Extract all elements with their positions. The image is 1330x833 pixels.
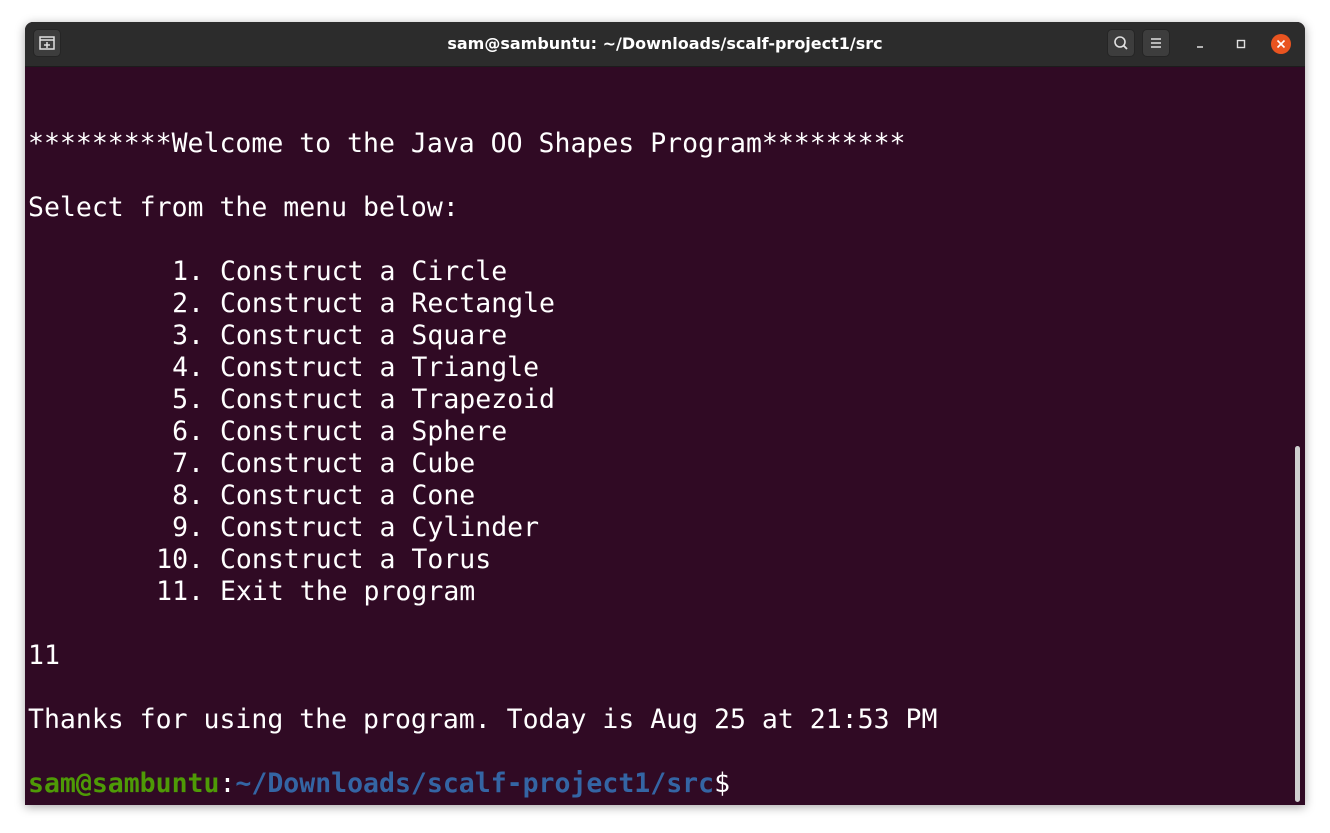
minimize-icon [1197,46,1203,48]
menu-item-label: Construct a Rectangle [219,288,556,319]
menu-item: 2. Construct a Rectangle [28,288,555,320]
goodbye-message: Thanks for using the program. Today is A… [28,704,938,735]
maximize-icon [1236,39,1246,49]
scrollbar[interactable] [1291,66,1305,805]
prompt-user-host: sam@sambuntu [28,768,220,799]
menu-item: 10. Construct a Torus [28,544,491,576]
menu-item-number: 3. [172,320,204,351]
minimize-button[interactable] [1190,34,1210,54]
menu-item-label: Construct a Trapezoid [219,384,556,415]
menu-item-label: Construct a Cube [219,448,476,479]
menu-item: 7. Construct a Cube [28,448,475,480]
prompt-separator: : [219,768,236,799]
hamburger-menu-icon [1151,38,1161,48]
menu-item-label: Construct a Sphere [219,416,508,447]
menu-item: 8. Construct a Cone [28,480,475,512]
menu-item: 4. Construct a Triangle [28,352,539,384]
menu-item-number: 11. [156,576,204,607]
menu-item-number: 6. [172,416,204,447]
menu-item: 11. Exit the program [28,576,475,608]
search-icon [1114,36,1128,50]
menu-item: 9. Construct a Cylinder [28,512,539,544]
menu-item-number: 4. [172,352,204,383]
menu-item-label: Construct a Torus [219,544,492,575]
menu-item: 3. Construct a Square [28,320,507,352]
shell-prompt[interactable]: sam@sambuntu:~/Downloads/scalf-project1/… [28,768,730,800]
maximize-button[interactable] [1231,34,1251,54]
prompt-symbol: $ [714,768,731,799]
close-icon [1276,39,1286,49]
menu-item-label: Construct a Cone [219,480,476,511]
terminal-output[interactable]: *********Welcome to the Java OO Shapes P… [28,66,1290,805]
menu-item-label: Construct a Circle [219,256,508,287]
menu-item-label: Construct a Cylinder [219,512,540,543]
menu-item-number: 9. [172,512,204,543]
menu-item-number: 1. [172,256,204,287]
welcome-banner: *********Welcome to the Java OO Shapes P… [28,128,906,159]
menu-item-label: Exit the program [219,576,476,607]
user-input: 11 [28,640,60,671]
menu-item-label: Construct a Square [219,320,508,351]
menu-item-label: Construct a Triangle [219,352,540,383]
menu-item-number: 5. [172,384,204,415]
menu-item: 5. Construct a Trapezoid [28,384,555,416]
title-bar[interactable]: sam@sambuntu: ~/Downloads/scalf-project1… [25,22,1305,67]
terminal-window: sam@sambuntu: ~/Downloads/scalf-project1… [25,22,1305,805]
menu-item-number: 10. [156,544,204,575]
menu-item: 6. Construct a Sphere [28,416,507,448]
menu-item-number: 2. [172,288,204,319]
menu-item: 1. Construct a Circle [28,256,507,288]
prompt-path: ~/Downloads/scalf-project1/src [235,768,715,799]
menu-button[interactable] [1142,29,1170,57]
menu-item-number: 8. [172,480,204,511]
menu-prompt: Select from the menu below: [28,192,459,223]
search-button[interactable] [1107,29,1135,57]
close-button[interactable] [1271,34,1291,54]
menu-item-number: 7. [172,448,204,479]
scrollbar-thumb[interactable] [1295,446,1300,802]
